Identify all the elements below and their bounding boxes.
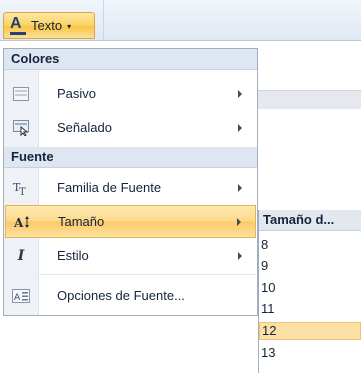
menu-item-pasivo[interactable]: Pasivo	[4, 77, 257, 110]
text-color-a-icon: A	[10, 15, 26, 35]
texto-menu: Colores Pasivo Señalado Fuente T T Famil…	[3, 48, 258, 316]
submenu-arrow-icon	[238, 123, 242, 132]
chevron-down-icon: ▾	[67, 22, 72, 31]
menu-item-opciones-de-fuente[interactable]: A Opciones de Fuente...	[4, 279, 257, 312]
size-option-selected[interactable]: 12	[259, 322, 361, 340]
menu-item-familia-de-fuente[interactable]: T T Familia de Fuente	[4, 171, 257, 204]
section-fuente: Fuente	[4, 147, 257, 168]
svg-text:A: A	[14, 293, 21, 303]
size-option[interactable]: 13	[259, 344, 361, 358]
svg-text:A: A	[14, 216, 24, 229]
size-option[interactable]: 9	[259, 257, 361, 275]
palette-hover-icon	[4, 119, 38, 136]
font-family-icon: T T	[4, 180, 38, 196]
submenu-title: Tamaño d...	[258, 210, 361, 231]
size-option[interactable]: 10	[259, 279, 361, 297]
menu-item-label: Opciones de Fuente...	[57, 288, 185, 303]
font-options-icon: A	[4, 288, 38, 303]
menu-item-label: Familia de Fuente	[57, 180, 162, 195]
submenu-arrow-icon	[238, 183, 242, 192]
submenu-arrow-icon	[237, 217, 241, 226]
menu-item-label: Señalado	[57, 120, 112, 135]
menu-item-estilo[interactable]: I Estilo	[4, 239, 257, 272]
italic-icon: I	[17, 247, 25, 264]
menu-item-tamano[interactable]: A Tamaño	[5, 205, 256, 238]
texto-dropdown-button[interactable]: A Texto ▾	[3, 12, 95, 39]
menu-item-label: Pasivo	[57, 86, 97, 101]
submenu-arrow-icon	[238, 251, 242, 260]
svg-text:T: T	[19, 187, 26, 196]
size-option[interactable]: 11	[259, 300, 361, 318]
font-size-icon: A	[6, 215, 40, 229]
content-band	[258, 90, 361, 109]
section-colores: Colores	[4, 49, 257, 70]
menu-separator	[38, 274, 257, 275]
palette-passive-icon	[4, 86, 38, 101]
ribbon-separator	[103, 0, 104, 40]
size-option[interactable]: 8	[259, 236, 361, 254]
menu-item-senalado[interactable]: Señalado	[4, 111, 257, 144]
menu-item-label: Tamaño	[58, 214, 105, 229]
submenu-arrow-icon	[238, 89, 242, 98]
menu-item-label: Estilo	[57, 248, 89, 263]
texto-button-label: Texto	[31, 18, 63, 33]
